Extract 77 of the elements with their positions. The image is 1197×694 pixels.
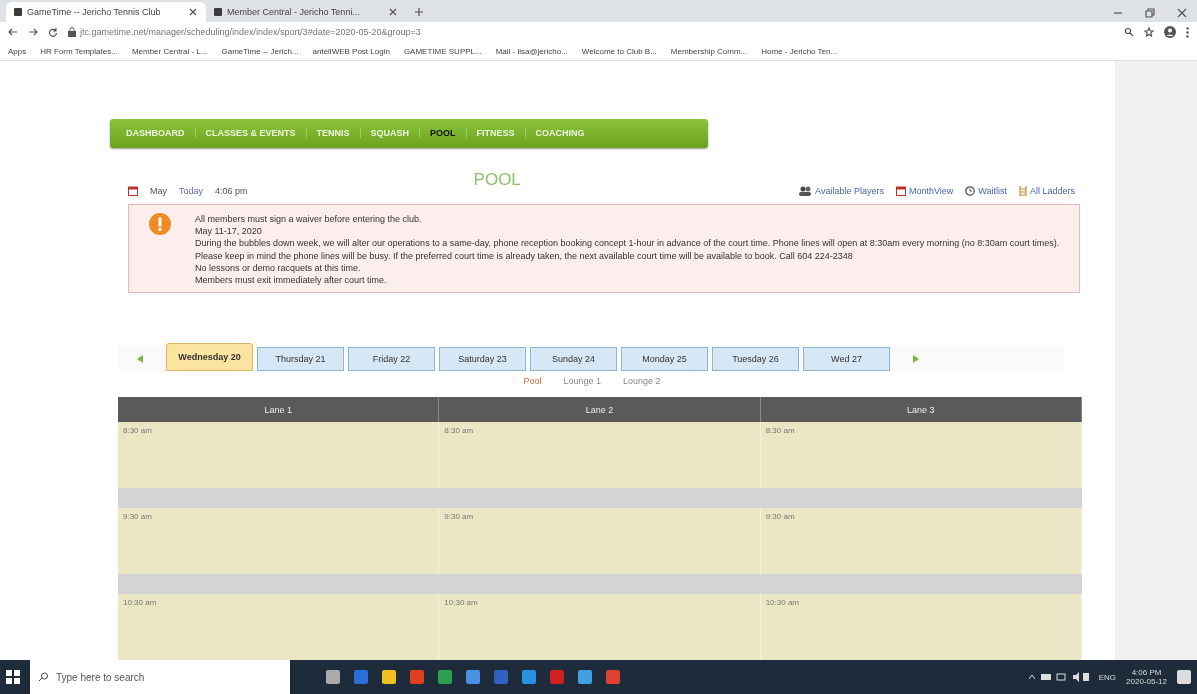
bookmark-item[interactable]: GameTime -- Jerich...	[221, 46, 299, 56]
alert-text: May 11-17, 2020	[195, 225, 263, 238]
browser-tab[interactable]: Member Central - Jericho Tenni...	[206, 2, 406, 22]
forward-arrow-icon[interactable]	[28, 27, 38, 37]
day-tab[interactable]: Wednesday 20	[166, 343, 253, 372]
header-link[interactable]: MonthView	[908, 185, 954, 196]
bookmark-item[interactable]: Welcome to Club B...	[581, 46, 657, 56]
taskbar-app-icon[interactable]	[522, 670, 536, 684]
day-tab[interactable]: Tuesday 26	[712, 347, 799, 372]
area-link[interactable]: Pool	[523, 376, 542, 387]
close-icon[interactable]	[188, 7, 198, 17]
page-title: POOL	[473, 169, 521, 190]
taskbar-app-icon[interactable]	[326, 670, 340, 684]
clock-icon	[965, 185, 976, 196]
header-link[interactable]: Waitlist	[978, 185, 1007, 196]
taskbar-app-icon[interactable]	[550, 670, 564, 684]
next-arrow-icon[interactable]	[913, 355, 919, 364]
taskbar-clock[interactable]: 4:06 PM 2020-05-12	[1126, 668, 1167, 686]
ladder-icon	[1018, 185, 1027, 196]
alert-text: Members must exit immediately after court time.	[195, 273, 388, 287]
day-tab[interactable]: Friday 22	[348, 347, 435, 372]
reload-icon[interactable]	[48, 27, 58, 37]
day-tab[interactable]: Wed 27	[803, 347, 890, 372]
browser-tab[interactable]: GameTime -- Jericho Tennis Club	[6, 2, 206, 22]
calendar-icon	[128, 185, 138, 196]
bookmark-item[interactable]: GAMETIME SUPPL...	[403, 46, 482, 56]
alert-text: No lessons or demo racquets at this time.	[195, 261, 362, 274]
search-icon	[38, 672, 48, 682]
star-icon[interactable]	[1144, 27, 1154, 37]
header-link[interactable]: Available Players	[815, 185, 884, 196]
calendar-icon	[895, 185, 906, 196]
notification-icon[interactable]	[1177, 670, 1191, 684]
taskbar-app-icon[interactable]	[606, 670, 620, 684]
day-tab[interactable]: Thursday 21	[257, 347, 344, 372]
taskbar-search-field[interactable]: Type here to search	[30, 660, 290, 694]
bookmark-item[interactable]: Home - Jericho Ten...	[761, 46, 838, 56]
bookmark-item[interactable]: Mail - lisa@jericho...	[495, 46, 568, 56]
current-time: 4:06 pm	[215, 185, 248, 196]
alert-text: During the bubbles down week, we will alter our operations to a same-day, phone reception booking concept 1-hour in advance of the court time. Phone lines will open at 8:30am every morning (no 8:30am court times). Please keep in mind the phone lines will be busy. If the preferred court time is already taken, the next available court time will be available to book. Call 604 224-2348	[195, 237, 1061, 262]
profile-icon[interactable]	[1164, 26, 1176, 38]
windows-start-icon[interactable]	[6, 670, 20, 684]
bookmark-item[interactable]: HR Form Templates...	[40, 46, 118, 56]
players-icon	[798, 185, 813, 196]
area-link[interactable]: Lounge 2	[623, 376, 661, 387]
language-indicator[interactable]: ENG	[1098, 672, 1117, 682]
today-link[interactable]: Today	[179, 185, 204, 196]
taskbar-app-icon[interactable]	[466, 670, 480, 684]
tab-favicon-icon	[214, 8, 222, 16]
warning-icon	[149, 212, 171, 235]
day-tab[interactable]: Monday 25	[621, 347, 708, 372]
lock-icon	[68, 27, 76, 37]
close-icon[interactable]	[1177, 8, 1187, 18]
area-link[interactable]: Lounge 1	[563, 376, 601, 387]
taskbar-app-icon[interactable]	[438, 670, 452, 684]
taskbar-app-icon[interactable]	[578, 670, 592, 684]
nav-tab[interactable]: POOL	[420, 128, 467, 139]
tab-favicon-icon	[14, 8, 22, 16]
back-arrow-icon[interactable]	[8, 27, 18, 37]
address-bar[interactable]: jtc.gametime.net/manager/scheduling/index/index/sport/3#date=2020-05-20&group=3	[80, 27, 421, 37]
bookmark-item[interactable]: Member Central - L...	[131, 46, 208, 56]
bookmark-item[interactable]: antellWEB Post Login	[312, 46, 390, 56]
day-tab[interactable]: Saturday 23	[439, 347, 526, 372]
previous-arrow-icon[interactable]	[137, 355, 143, 364]
taskbar-app-icon[interactable]	[410, 670, 424, 684]
close-icon[interactable]	[388, 7, 398, 17]
bookmark-item[interactable]: Membership Comm...	[670, 46, 748, 56]
restore-icon[interactable]	[1145, 8, 1155, 18]
alert-text: All members must sign a waiver before entering the club.	[195, 212, 423, 226]
tray-icons[interactable]	[1028, 672, 1089, 682]
bookmark-item[interactable]: Apps	[8, 46, 27, 56]
day-tab[interactable]: Sunday 24	[530, 347, 617, 372]
month-label: May	[150, 185, 167, 196]
header-link[interactable]: All Ladders	[1029, 185, 1075, 196]
menu-icon[interactable]	[1186, 26, 1189, 38]
search-icon[interactable]	[1124, 27, 1134, 37]
new-tab-icon[interactable]	[414, 7, 424, 17]
taskbar-app-icon[interactable]	[382, 670, 396, 684]
